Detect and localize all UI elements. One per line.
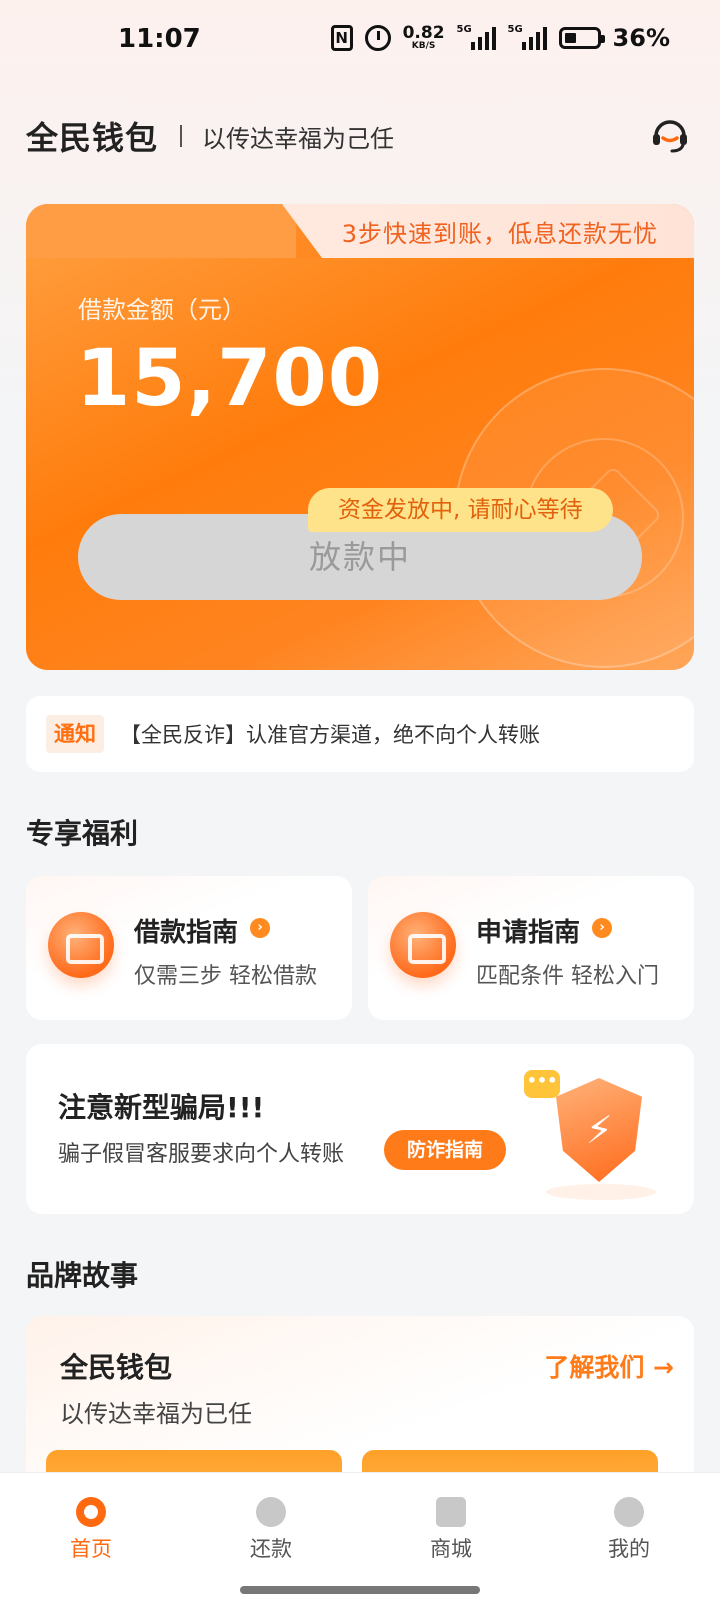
status-time: 11:07 [118,24,201,54]
apply-guide-icon [390,912,456,978]
brand-story-card: 全民钱包 以传达幸福为已任 了解我们 → [26,1316,694,1496]
apply-guide-card[interactable]: 申请指南 › 匹配条件 轻松入门 [368,876,694,1020]
loan-guide-card[interactable]: 借款指南 › 仅需三步 轻松借款 [26,876,352,1020]
brand-slogan: 以传达幸福为己任 [202,124,395,153]
chevron-right-icon: › [592,918,612,938]
tab-home-label: 首页 [70,1537,112,1561]
notice-text: 【全民反诈】认准官方渠道，绝不向个人转账 [120,723,540,747]
network-speed-value: 0.82 [402,23,445,43]
header-divider [180,125,183,147]
home-icon [76,1497,106,1527]
apply-guide-title: 申请指南 [476,918,581,948]
tab-shop[interactable]: 商城 [406,1497,496,1563]
brand-story-subtitle: 以传达幸福为已任 [60,1400,252,1428]
battery-icon [558,27,605,49]
repay-icon [256,1497,286,1527]
apply-guide-subtitle: 匹配条件 轻松入门 [476,964,659,989]
signal-icon-2: 5G [507,24,547,50]
nfc-icon: N [330,25,353,51]
network-speed-unit: KB/S [411,41,436,51]
scam-alert-title: 注意新型骗局!!! [58,1091,265,1124]
brand-story-section-title: 品牌故事 [26,1259,139,1292]
card-banner-text: 3步快速到账，低息还款无忧 [341,220,658,248]
scam-alert-subtitle: 骗子假冒客服要求向个人转账 [58,1142,345,1167]
brand-name: 全民钱包 [26,119,159,157]
loan-guide-subtitle: 仅需三步 轻松借款 [134,964,317,989]
loan-amount: 15,700 [76,334,383,424]
amount-label: 借款金额（元） [78,296,246,324]
status-bar: 11:07 N 0.82 KB/S 5G 5G 36% [0,0,720,84]
chat-bubble-icon: ••• [524,1070,560,1098]
network-speed: 0.82 KB/S [403,25,445,51]
card-left-tab [26,204,296,258]
notice-tag: 通知 [46,715,104,753]
loan-guide-title: 借款指南 [134,918,239,948]
lightning-icon: ⚡ [586,1108,613,1152]
status-icons: N 0.82 KB/S 5G 5G 36% [330,24,670,52]
signal-icon-1: 5G [456,24,496,50]
benefits-section-title: 专享福利 [26,817,139,850]
tab-profile-label: 我的 [608,1537,650,1561]
brand-story-title: 全民钱包 [60,1351,173,1384]
tab-shop-label: 商城 [430,1537,472,1561]
anti-fraud-guide-button[interactable]: 防诈指南 [384,1130,506,1170]
shield-shadow [546,1184,656,1200]
about-us-link[interactable]: 了解我们 → [544,1348,674,1384]
chevron-right-icon: › [250,918,270,938]
tab-profile[interactable]: 我的 [584,1497,674,1563]
customer-service-icon[interactable] [648,112,692,156]
home-indicator[interactable] [240,1586,480,1594]
profile-icon [614,1497,644,1527]
alarm-icon [364,25,391,51]
loan-card: 3步快速到账，低息还款无忧 借款金额（元） 15,700 放款中 资金发放中, … [26,204,694,670]
shop-icon [436,1497,466,1527]
status-badge: 资金发放中, 请耐心等待 [308,488,613,532]
notice-bar[interactable]: 通知 【全民反诈】认准官方渠道，绝不向个人转账 [26,696,694,772]
tab-home[interactable]: 首页 [46,1497,136,1563]
scam-alert-card[interactable]: 注意新型骗局!!! 骗子假冒客服要求向个人转账 防诈指南 ⚡ ••• [26,1044,694,1214]
app-header: 全民钱包 以传达幸福为己任 [26,112,694,160]
signal-label-2: 5G [507,24,523,35]
battery-level: 36% [612,24,670,52]
tab-repay[interactable]: 还款 [226,1497,316,1563]
loan-guide-icon [48,912,114,978]
signal-label-1: 5G [456,24,472,35]
tab-repay-label: 还款 [250,1537,292,1561]
